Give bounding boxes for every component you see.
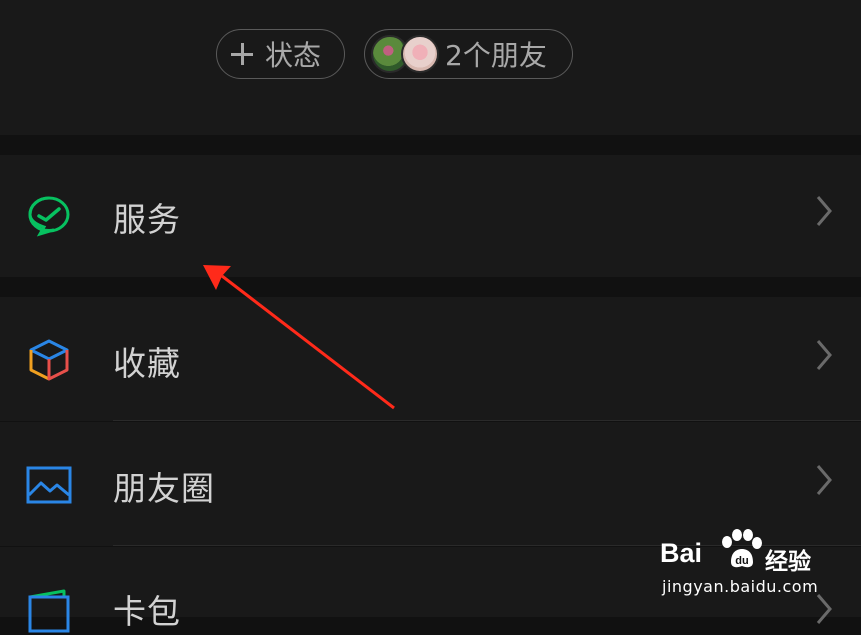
menu-item-label: 卡包 [113, 592, 181, 631]
divider [113, 420, 861, 421]
status-label: 状态 [265, 39, 322, 72]
chevron-right-icon [816, 340, 832, 370]
profile-header: 状态 2个朋友 [0, 0, 861, 135]
favorites-cube-icon [29, 339, 69, 381]
baidu-jingyan-watermark: Bai du 经验 jingyan.baidu.com [660, 528, 820, 598]
svg-text:du: du [735, 555, 748, 567]
friend-avatar [401, 35, 439, 73]
menu-item-label: 收藏 [113, 344, 181, 383]
menu-item-service[interactable]: 服务 [0, 155, 861, 277]
chevron-right-icon [816, 196, 832, 226]
service-icon [28, 196, 70, 237]
friends-status-button[interactable]: 2个朋友 [364, 29, 573, 79]
watermark-suffix: 经验 [765, 549, 811, 575]
add-status-button[interactable]: 状态 [216, 29, 345, 79]
menu-item-label: 朋友圈 [113, 469, 215, 508]
menu-item-favorites[interactable]: 收藏 [0, 297, 861, 421]
plus-icon [231, 43, 253, 65]
chevron-right-icon [816, 465, 832, 495]
wallet-card-icon [28, 589, 70, 633]
moments-picture-icon [26, 466, 72, 504]
watermark-brand: Bai [660, 538, 703, 568]
watermark-url: jingyan.baidu.com [662, 577, 819, 596]
friends-count-label: 2个朋友 [445, 39, 547, 72]
menu-item-label: 服务 [113, 200, 181, 239]
paw-icon: du [722, 529, 762, 568]
